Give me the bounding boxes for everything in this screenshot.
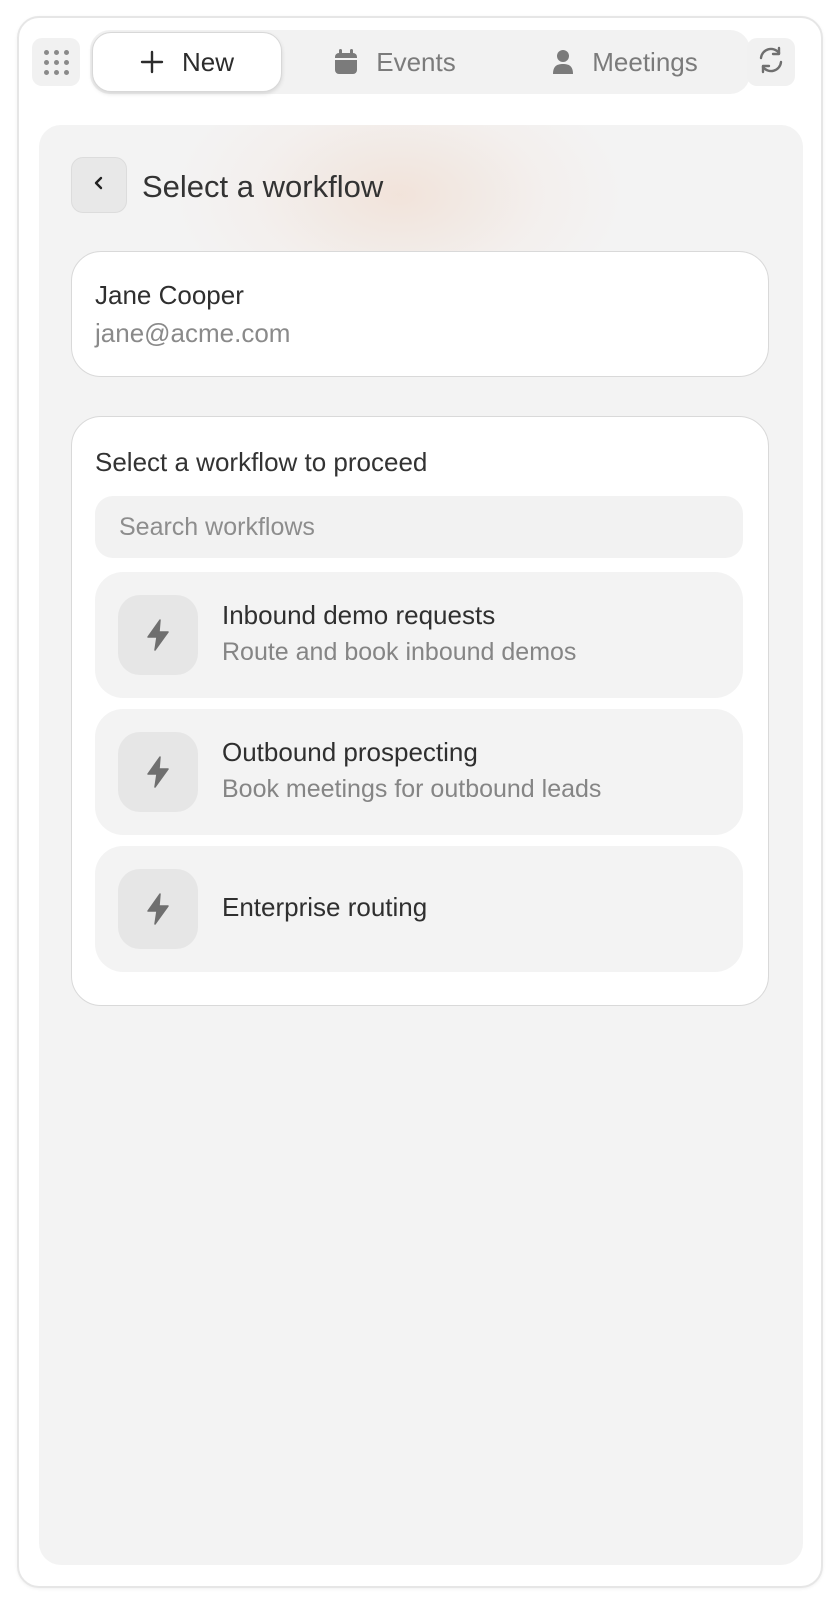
tab-meetings-label: Meetings (592, 46, 698, 77)
workflow-panel: Select a workflow Jane Cooper jane@acme.… (39, 125, 803, 1565)
workflow-selector-card: Select a workflow to proceed Inbound dem… (71, 416, 769, 1006)
workflow-heading: Select a workflow to proceed (95, 447, 428, 477)
contact-email: jane@acme.com (95, 318, 291, 348)
tab-events[interactable]: Events (295, 30, 495, 94)
workflow-description: Book meetings for outbound leads (222, 775, 602, 803)
chevron-left-icon (92, 175, 106, 196)
contact-card: Jane Cooper jane@acme.com (71, 251, 769, 377)
workflow-description: Route and book inbound demos (222, 638, 577, 666)
plus-icon (140, 50, 164, 74)
calendar-icon (334, 49, 358, 75)
person-icon (552, 49, 574, 75)
app-window: New Events Meetings Select a workflow Ja… (17, 16, 823, 1588)
workflow-title: Inbound demo requests (222, 600, 496, 630)
workflow-title: Outbound prospecting (222, 737, 478, 767)
tab-new-label: New (181, 46, 234, 77)
back-button[interactable] (71, 157, 127, 213)
tab-events-label: Events (376, 46, 456, 77)
lightning-icon (118, 732, 198, 812)
contact-name: Jane Cooper (95, 280, 244, 310)
apps-menu-button[interactable] (32, 38, 80, 86)
grid-dots-icon (43, 49, 69, 75)
tab-meetings[interactable]: Meetings (510, 30, 740, 94)
workflow-title: Enterprise routing (222, 892, 428, 922)
refresh-icon (757, 46, 785, 79)
workflow-item-enterprise-routing[interactable]: Enterprise routing (95, 846, 743, 972)
lightning-icon (118, 869, 198, 949)
refresh-button[interactable] (747, 38, 795, 86)
lightning-icon (118, 595, 198, 675)
page-title: Select a workflow (142, 169, 384, 204)
tab-new[interactable]: New (92, 32, 282, 92)
workflow-item-outbound-prospecting[interactable]: Outbound prospecting Book meetings for o… (95, 709, 743, 835)
workflow-item-inbound-demo-requests[interactable]: Inbound demo requests Route and book inb… (95, 572, 743, 698)
search-workflows-input[interactable] (95, 496, 743, 558)
top-tab-bar: New Events Meetings (90, 30, 750, 94)
